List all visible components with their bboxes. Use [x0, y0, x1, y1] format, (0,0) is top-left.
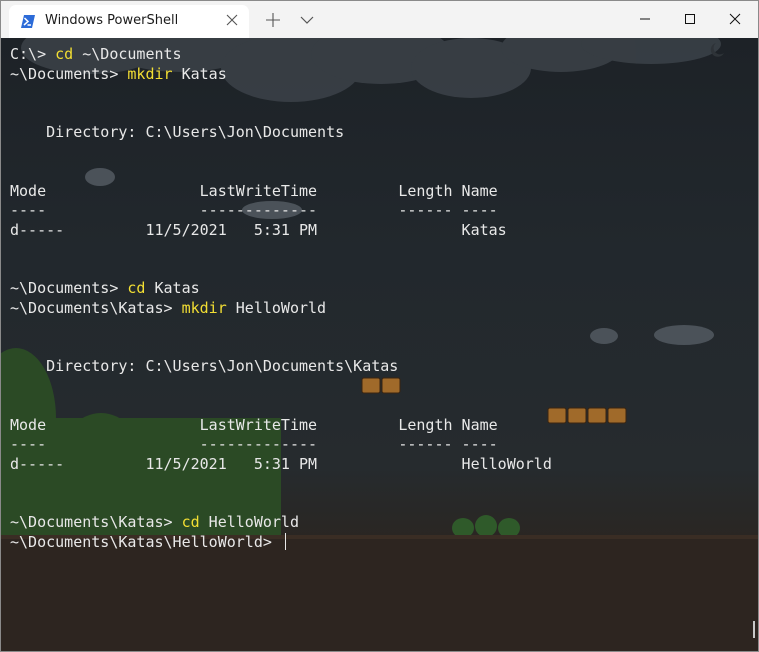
minimize-button[interactable] [622, 1, 668, 37]
terminal-line: d----- 11/5/2021 5:31 PM HelloWorld [10, 455, 552, 475]
scrollbar-thumb[interactable] [753, 621, 755, 638]
terminal-line: ~\Documents> cd Katas [10, 279, 552, 299]
maximize-icon [685, 14, 695, 24]
minimize-icon [640, 18, 650, 20]
command-text: mkdir [181, 298, 227, 317]
powershell-icon [21, 15, 35, 28]
output-text: Mode LastWriteTime Length Name [10, 415, 498, 434]
tab-title: Windows PowerShell [45, 13, 179, 28]
prompt-text: C:\> [10, 45, 56, 63]
terminal-area[interactable]: C:\> cd ~\Documents ~\Documents> mkdir Ka… [1, 38, 758, 651]
command-text: mkdir [127, 64, 173, 83]
output-text: Directory: C:\Users\Jon\Documents [10, 123, 345, 141]
tab-windows-powershell[interactable]: Windows PowerShell [9, 5, 249, 38]
terminal-line: ---- ------------- ------ ---- [10, 435, 552, 455]
title-bar[interactable]: Windows PowerShell [1, 1, 758, 38]
command-args: ~\Documents [73, 45, 182, 63]
terminal-line: ~\Documents\Katas> cd HelloWorld [10, 513, 552, 533]
prompt-text: ~\Documents> [10, 64, 128, 83]
terminal-output: C:\> cd ~\Documents ~\Documents> mkdir Ka… [10, 45, 552, 552]
output-text: Mode LastWriteTime Length Name [10, 181, 498, 200]
prompt-text: ~\Documents> [10, 279, 128, 297]
new-tab-button[interactable] [264, 11, 282, 29]
command-args: HelloWorld [199, 513, 299, 531]
powershell-window: Windows PowerShell C:\> cd ~\Documents ~… [0, 0, 759, 652]
text-cursor [284, 532, 286, 550]
output-text: d----- 11/5/2021 5:31 PM Katas [10, 220, 507, 239]
command-text: cd [181, 513, 200, 531]
terminal-line: d----- 11/5/2021 5:31 PM Katas [10, 221, 552, 241]
prompt-text: ~\Documents\Katas> [10, 513, 182, 531]
command-text: cd [55, 45, 74, 63]
command-text: cd [127, 279, 146, 297]
output-text: d----- 11/5/2021 5:31 PM HelloWorld [10, 454, 552, 473]
output-text: ---- ------------- ------ ---- [10, 435, 498, 453]
command-args: Katas [172, 64, 227, 83]
terminal-line: ---- ------------- ------ ---- [10, 201, 552, 221]
close-button[interactable] [712, 1, 758, 37]
terminal-line: ~\Documents\Katas> mkdir HelloWorld [10, 299, 552, 319]
terminal-line: Directory: C:\Users\Jon\Documents\Katas [10, 357, 552, 377]
tab-dropdown-button[interactable] [299, 13, 315, 27]
terminal-line: Mode LastWriteTime Length Name [10, 416, 552, 436]
prompt-text: ~\Documents\Katas> [10, 298, 182, 317]
terminal-line: Directory: C:\Users\Jon\Documents [10, 123, 552, 143]
command-args: HelloWorld [226, 298, 327, 317]
maximize-button[interactable] [667, 1, 713, 37]
terminal-line: ~\Documents\Katas\HelloWorld> [10, 532, 552, 553]
terminal-line: ~\Documents> mkdir Katas [10, 65, 552, 85]
command-args: Katas [145, 279, 200, 297]
terminal-line: C:\> cd ~\Documents [10, 45, 552, 65]
tab-close-icon[interactable] [225, 13, 239, 27]
output-text: ---- ------------- ------ ---- [10, 201, 498, 219]
terminal-line: Mode LastWriteTime Length Name [10, 182, 552, 202]
close-icon [729, 13, 741, 25]
prompt-text: ~\Documents\Katas\HelloWorld> [10, 532, 281, 551]
output-text: Directory: C:\Users\Jon\Documents\Katas [10, 357, 399, 375]
